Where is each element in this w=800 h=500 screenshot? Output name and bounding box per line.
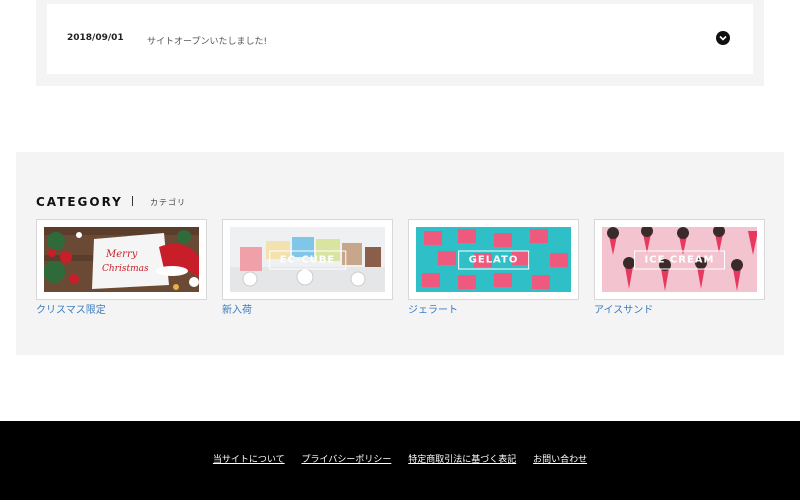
news-section: 2018/09/01 サイトオープンいたしました! [36, 0, 764, 86]
category-heading: CATEGORY [36, 195, 123, 209]
card-frame: ICE CREAM [594, 219, 765, 300]
footer-link-contact[interactable]: お問い合わせ [533, 455, 587, 465]
footer-link-privacy[interactable]: プライバシーポリシー [302, 455, 392, 465]
overlay-label: EC-CUBE [268, 250, 347, 269]
category-label-ice-cream[interactable]: アイスサンド [594, 301, 653, 316]
christmas-image-text-2: Christmas [102, 264, 149, 274]
category-section: CATEGORY カテゴリ Merry Christmas クリスマス限定 EC… [16, 152, 784, 355]
new-arrivals-image: EC-CUBE [230, 227, 385, 292]
card-frame: Merry Christmas [36, 219, 207, 300]
category-label-new-arrivals[interactable]: 新入荷 [222, 301, 252, 316]
news-item[interactable]: 2018/09/01 サイトオープンいたしました! [47, 4, 753, 74]
category-card-new-arrivals[interactable]: EC-CUBE 新入荷 [222, 219, 393, 317]
gelato-image: GELATO [416, 227, 571, 292]
card-frame: EC-CUBE [222, 219, 393, 300]
category-label-gelato[interactable]: ジェラート [408, 301, 458, 316]
divider [132, 196, 133, 206]
footer-link-about[interactable]: 当サイトについて [213, 455, 285, 465]
news-date: 2018/09/01 [67, 33, 124, 43]
overlay-label: GELATO [457, 250, 530, 269]
ice-cream-image: ICE CREAM [602, 227, 757, 292]
card-frame: GELATO [408, 219, 579, 300]
category-card-gelato[interactable]: GELATO ジェラート [408, 219, 579, 317]
category-card-ice-cream[interactable]: ICE CREAM アイスサンド [594, 219, 765, 317]
footer-link-tokushoho[interactable]: 特定商取引法に基づく表記 [408, 455, 516, 465]
news-title[interactable]: サイトオープンいたしました! [147, 34, 267, 47]
overlay-label: ICE CREAM [633, 250, 726, 269]
category-card-christmas[interactable]: Merry Christmas クリスマス限定 [36, 219, 207, 317]
category-subheading: カテゴリ [150, 198, 186, 207]
category-label-christmas[interactable]: クリスマス限定 [36, 301, 106, 316]
chevron-down-circle-icon[interactable] [716, 31, 730, 45]
christmas-image: Merry Christmas [44, 227, 199, 292]
footer-nav: 当サイトについて プライバシーポリシー 特定商取引法に基づく表記 お問い合わせ [0, 452, 800, 465]
christmas-image-text-1: Merry [105, 249, 138, 260]
footer: 当サイトについて プライバシーポリシー 特定商取引法に基づく表記 お問い合わせ [0, 421, 800, 500]
